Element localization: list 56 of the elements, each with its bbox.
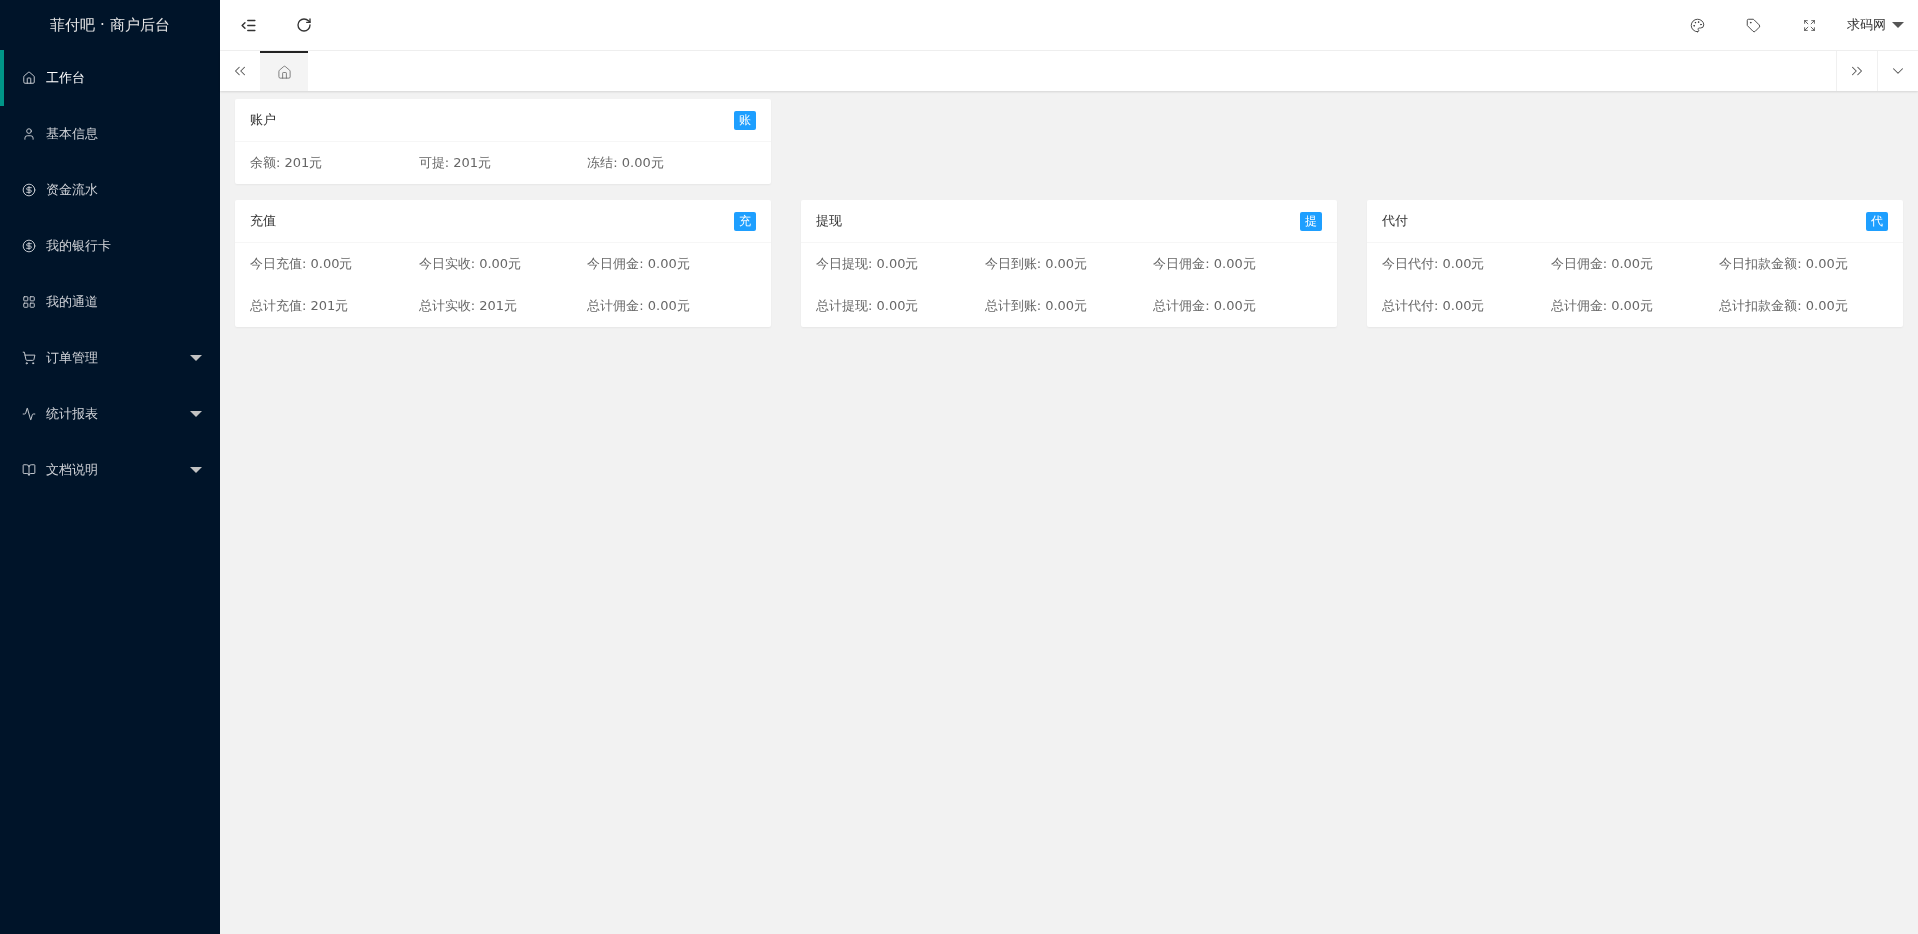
stat-value: 总计扣款金额: 0.00元: [1719, 297, 1849, 315]
stat-value: 今日佣金: 0.00元: [1550, 255, 1655, 273]
stat-value: 总计佣金: 0.00元: [1550, 297, 1655, 315]
palette-icon: [1689, 17, 1705, 33]
caret-icon: [190, 355, 202, 361]
card-title: 代付: [1382, 212, 1408, 230]
sidebar-item[interactable]: 订单管理: [0, 330, 220, 386]
stat-value: 总计代付: 0.00元: [1382, 297, 1486, 315]
stat-value: 总计佣金: 0.00元: [1153, 297, 1257, 315]
tag-icon: [1745, 17, 1761, 33]
stat-value: 总计实收: 201元: [418, 297, 518, 315]
stat-value: 今日到账: 0.00元: [984, 255, 1089, 273]
grid-icon: [22, 295, 36, 309]
pulse-icon: [22, 407, 36, 421]
user-icon: [22, 127, 36, 141]
caret-icon: [190, 411, 202, 417]
stat-value: 总计提现: 0.00元: [816, 297, 920, 315]
sidebar-item[interactable]: 统计报表: [0, 386, 220, 442]
caret-icon: [1892, 22, 1904, 28]
user-menu[interactable]: 求码网: [1837, 16, 1918, 34]
stat-value: 总计佣金: 0.00元: [587, 297, 691, 315]
app-title: 菲付吧 · 商户后台: [49, 14, 171, 36]
sidebar-item[interactable]: 资金流水: [0, 162, 220, 218]
card-badge: 代: [1866, 211, 1888, 231]
sidebar-item[interactable]: 我的通道: [0, 274, 220, 330]
card-title: 账户: [250, 111, 276, 129]
stat-value: 今日充值: 0.00元: [250, 255, 354, 273]
stat-value: 今日代付: 0.00元: [1382, 255, 1486, 273]
card-title: 充值: [250, 212, 276, 230]
sidebar-item[interactable]: 文档说明: [0, 442, 220, 498]
card-badge: 提: [1300, 211, 1322, 231]
book-icon: [22, 463, 36, 477]
stat-value: 今日佣金: 0.00元: [587, 255, 691, 273]
sidebar-item[interactable]: 基本信息: [0, 106, 220, 162]
card-badge: 账: [734, 110, 756, 130]
stat-value: 总计充值: 201元: [250, 297, 350, 315]
stat-value: 总计到账: 0.00元: [984, 297, 1089, 315]
stat-value: 今日提现: 0.00元: [816, 255, 920, 273]
cart-icon: [22, 351, 36, 365]
sidebar-item[interactable]: 我的银行卡: [0, 218, 220, 274]
stat-value: 可提: 201元: [418, 154, 492, 172]
card-title: 提现: [816, 212, 842, 230]
fullscreen-icon: [1802, 18, 1816, 32]
card-badge: 充: [734, 211, 756, 231]
stat-value: 冻结: 0.00元: [587, 154, 665, 172]
stat-value: 今日扣款金额: 0.00元: [1719, 255, 1849, 273]
caret-icon: [190, 467, 202, 473]
stat-value: 今日实收: 0.00元: [418, 255, 523, 273]
stat-value: 今日佣金: 0.00元: [1153, 255, 1257, 273]
dollar-icon: [22, 183, 36, 197]
dollar-icon: [22, 239, 36, 253]
stat-value: 余额: 201元: [250, 154, 324, 172]
refresh-icon: [296, 17, 312, 33]
home-tab[interactable]: [260, 51, 308, 91]
home-icon: [22, 71, 36, 85]
home-icon: [276, 64, 292, 80]
